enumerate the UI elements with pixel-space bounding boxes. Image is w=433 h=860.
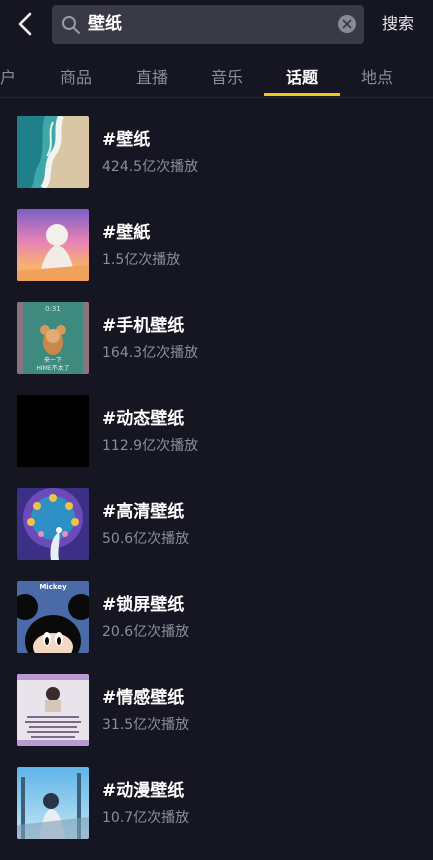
topic-title: #动态壁纸 — [102, 409, 185, 429]
mickey-caption: Mickey — [39, 583, 67, 591]
top-bar: 壁纸 搜索 — [0, 0, 433, 52]
topic-play-count: 50.6亿次播放 — [102, 531, 190, 547]
tab-users[interactable]: 户 — [0, 64, 16, 88]
topic-play-count: 424.5亿次播放 — [102, 159, 199, 175]
category-tabs: 户 商品 直播 音乐 话题 地点 — [0, 52, 433, 98]
topic-thumbnail — [17, 767, 89, 839]
tabs-divider — [0, 97, 433, 98]
list-item[interactable]: #情感壁纸 31.5亿次播放 — [0, 674, 433, 767]
topic-play-count: 1.5亿次播放 — [102, 252, 181, 268]
search-input[interactable]: 壁纸 — [52, 5, 364, 44]
list-item[interactable]: Mickey #锁屏壁纸 20.6亿次播放 — [0, 581, 433, 674]
topic-thumbnail — [17, 674, 89, 746]
tab-places[interactable]: 地点 — [361, 64, 393, 88]
topic-play-count: 112.9亿次播放 — [102, 438, 199, 454]
topic-thumbnail — [17, 395, 89, 467]
topic-thumbnail: Mickey — [17, 581, 89, 653]
active-tab-indicator — [264, 93, 340, 96]
list-item[interactable]: #动态壁纸 112.9亿次播放 — [0, 395, 433, 488]
topic-thumbnail — [17, 488, 89, 560]
chevron-left-icon — [18, 12, 32, 36]
topic-title: #高清壁纸 — [102, 502, 185, 522]
tab-live[interactable]: 直播 — [136, 64, 168, 88]
search-icon — [62, 16, 80, 34]
list-item[interactable]: #高清壁纸 50.6亿次播放 — [0, 488, 433, 581]
list-item[interactable]: #壁纸 424.5亿次播放 — [0, 116, 433, 209]
topic-title: #情感壁纸 — [102, 688, 185, 708]
topic-thumbnail — [17, 116, 89, 188]
close-icon — [342, 19, 352, 29]
topic-thumbnail: 0:31 来一下 HIME不太了 — [17, 302, 89, 374]
phone-caption-line1: 来一下 — [44, 357, 62, 364]
tab-topics[interactable]: 话题 — [286, 64, 318, 88]
search-query[interactable]: 壁纸 — [88, 5, 122, 44]
phone-caption-line2: HIME不太了 — [36, 364, 69, 372]
topic-list: #壁纸 424.5亿次播放 #壁紙 1.5亿次播放 0:31 来一下 HIME不… — [0, 116, 433, 860]
search-button[interactable]: 搜索 — [382, 10, 414, 38]
tab-products[interactable]: 商品 — [60, 64, 92, 88]
svg-text:0:31: 0:31 — [45, 305, 61, 313]
topic-title: #手机壁纸 — [102, 316, 185, 336]
clear-search-button[interactable] — [338, 15, 356, 33]
back-button[interactable] — [12, 10, 40, 38]
topic-play-count: 164.3亿次播放 — [102, 345, 199, 361]
topic-title: #动漫壁纸 — [102, 781, 185, 801]
list-item[interactable]: 0:31 来一下 HIME不太了 #手机壁纸 164.3亿次播放 — [0, 302, 433, 395]
topic-title: #锁屏壁纸 — [102, 595, 185, 615]
list-item[interactable]: #动漫壁纸 10.7亿次播放 — [0, 767, 433, 860]
list-item[interactable]: #壁紙 1.5亿次播放 — [0, 209, 433, 302]
topic-title: #壁紙 — [102, 223, 151, 243]
topic-play-count: 20.6亿次播放 — [102, 624, 190, 640]
topic-play-count: 10.7亿次播放 — [102, 810, 190, 826]
tab-music[interactable]: 音乐 — [211, 64, 243, 88]
topic-play-count: 31.5亿次播放 — [102, 717, 190, 733]
topic-title: #壁纸 — [102, 130, 151, 150]
topic-thumbnail — [17, 209, 89, 281]
